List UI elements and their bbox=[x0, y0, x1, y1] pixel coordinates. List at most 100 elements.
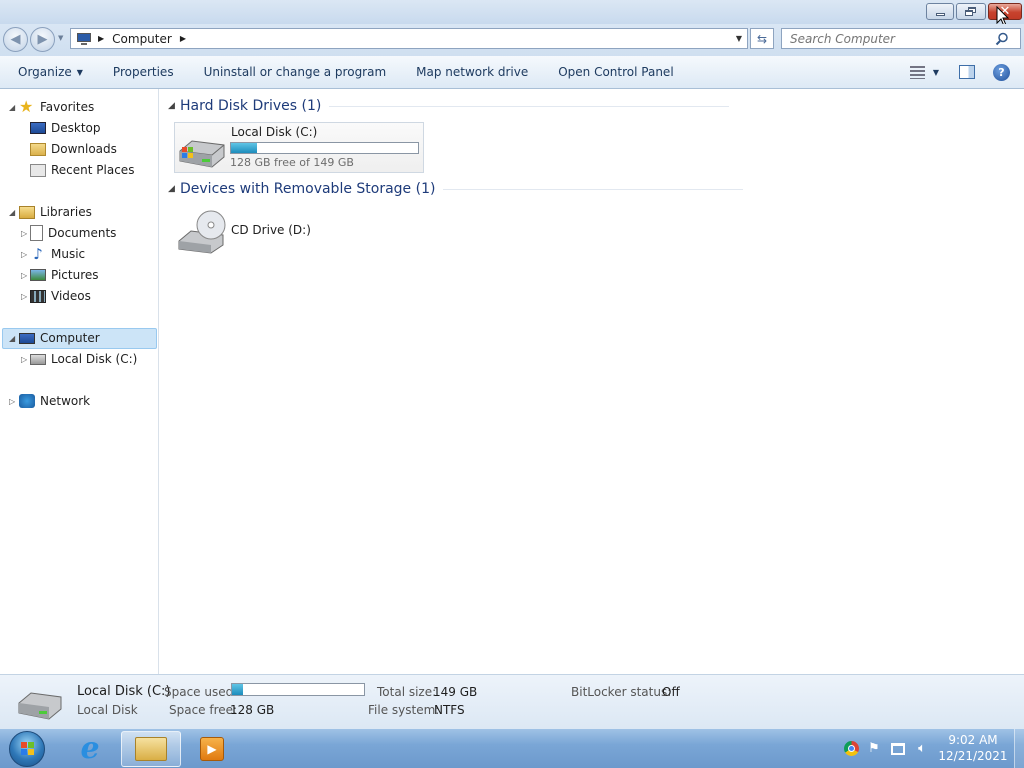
hard-drive-icon bbox=[179, 140, 225, 168]
nav-pictures[interactable]: Pictures bbox=[30, 265, 99, 285]
preview-pane-icon bbox=[959, 65, 975, 79]
search-input[interactable] bbox=[790, 31, 995, 46]
start-orb-icon bbox=[9, 731, 45, 767]
taskbar-windows-explorer[interactable] bbox=[121, 731, 181, 767]
nav-favorites[interactable]: ★ Favorites bbox=[19, 97, 94, 117]
nav-label: Libraries bbox=[40, 205, 92, 219]
nav-recent-places[interactable]: Recent Places bbox=[30, 160, 134, 180]
nav-label: Downloads bbox=[51, 142, 117, 156]
collapse-group-icon[interactable]: ◢ bbox=[168, 101, 175, 111]
collapse-arrow-icon[interactable]: ◢ bbox=[9, 103, 15, 112]
organize-button[interactable]: Organize ▼ bbox=[0, 56, 98, 89]
refresh-button[interactable]: ⇆ bbox=[750, 28, 774, 49]
search-icon[interactable] bbox=[995, 32, 1009, 46]
nav-computer[interactable]: Computer bbox=[19, 328, 100, 348]
group-divider bbox=[443, 188, 744, 190]
taskbar-internet-explorer[interactable]: e bbox=[66, 731, 114, 767]
help-button[interactable]: ? bbox=[987, 56, 1024, 89]
network-icon bbox=[19, 394, 35, 408]
minimize-button[interactable] bbox=[926, 3, 954, 20]
folder-icon bbox=[135, 737, 167, 761]
expand-arrow-icon[interactable]: ▷ bbox=[21, 250, 27, 259]
refresh-icon: ⇆ bbox=[756, 31, 768, 46]
navigation-pane: ◢ ★ Favorites Desktop Downloads Recent P… bbox=[0, 89, 159, 674]
expand-arrow-icon[interactable]: ▷ bbox=[21, 229, 27, 238]
tray-volume[interactable]: 🔈︎ bbox=[911, 729, 933, 768]
nav-videos[interactable]: Videos bbox=[30, 286, 91, 306]
open-control-panel-button[interactable]: Open Control Panel bbox=[543, 56, 688, 89]
drive-usage-fill bbox=[231, 143, 258, 153]
drive-name: CD Drive (D:) bbox=[231, 223, 311, 237]
details-pane: Local Disk (C:) Local Disk Space used: S… bbox=[0, 674, 1024, 729]
uninstall-program-button[interactable]: Uninstall or change a program bbox=[189, 56, 402, 89]
collapse-group-icon[interactable]: ◢ bbox=[168, 184, 175, 194]
search-box[interactable] bbox=[781, 28, 1021, 49]
network-icon bbox=[891, 742, 905, 755]
drive-usage-bar bbox=[230, 142, 419, 154]
computer-icon bbox=[19, 332, 35, 344]
taskbar-media-player[interactable]: ▶ bbox=[190, 731, 234, 767]
preview-pane-button[interactable] bbox=[947, 56, 987, 89]
libraries-icon bbox=[19, 205, 35, 219]
nav-documents[interactable]: Documents bbox=[30, 223, 116, 243]
command-bar: Organize ▼ Properties Uninstall or chang… bbox=[0, 56, 1024, 89]
title-bar: ✕ bbox=[0, 0, 1024, 27]
properties-button[interactable]: Properties bbox=[98, 56, 189, 89]
start-button[interactable] bbox=[6, 731, 48, 767]
star-icon: ★ bbox=[19, 97, 34, 116]
properties-label: Properties bbox=[112, 65, 174, 79]
music-icon: ♪ bbox=[33, 245, 43, 263]
volume-icon: 🔈︎ bbox=[918, 741, 926, 756]
downloads-folder-icon bbox=[30, 142, 46, 156]
breadcrumb-separator-icon[interactable]: ▶ bbox=[180, 34, 186, 43]
tray-network[interactable] bbox=[887, 729, 909, 768]
address-dropdown-icon[interactable]: ▼ bbox=[736, 34, 742, 43]
change-view-button[interactable]: ▼ bbox=[902, 56, 947, 89]
collapse-arrow-icon[interactable]: ◢ bbox=[9, 208, 15, 217]
forward-button[interactable]: ▶ bbox=[30, 27, 55, 52]
space-free-value: 128 GB bbox=[230, 703, 275, 717]
total-size-value: 149 GB bbox=[433, 685, 478, 699]
restore-button[interactable] bbox=[956, 3, 986, 20]
nav-local-disk[interactable]: Local Disk (C:) bbox=[30, 349, 137, 369]
nav-label: Desktop bbox=[51, 121, 101, 135]
breadcrumb-computer[interactable]: Computer bbox=[112, 32, 172, 46]
nav-label: Videos bbox=[51, 289, 91, 303]
nav-desktop[interactable]: Desktop bbox=[30, 118, 101, 138]
group-header-hard-disk-drives[interactable]: Hard Disk Drives (1) bbox=[180, 98, 880, 114]
show-desktop-button[interactable] bbox=[1014, 729, 1024, 768]
nav-libraries[interactable]: Libraries bbox=[19, 202, 92, 222]
group-header-removable-storage[interactable]: Devices with Removable Storage (1) bbox=[180, 181, 880, 197]
expand-arrow-icon[interactable]: ▷ bbox=[21, 355, 27, 364]
expand-arrow-icon[interactable]: ▷ bbox=[21, 271, 27, 280]
videos-icon bbox=[30, 289, 46, 303]
recent-pages-dropdown[interactable]: ▼ bbox=[58, 34, 63, 42]
group-title: Hard Disk Drives (1) bbox=[180, 98, 322, 114]
hard-drive-icon bbox=[30, 353, 46, 365]
space-free-label: Space free: bbox=[169, 703, 238, 717]
nav-label: Local Disk (C:) bbox=[51, 352, 138, 366]
group-divider bbox=[329, 105, 730, 107]
collapse-arrow-icon[interactable]: ◢ bbox=[9, 334, 15, 343]
map-network-drive-label: Map network drive bbox=[416, 65, 529, 79]
drive-tile-local-disk[interactable]: Local Disk (C:) 128 GB free of 149 GB bbox=[174, 122, 424, 173]
nav-music[interactable]: ♪ Music bbox=[30, 244, 85, 264]
expand-arrow-icon[interactable]: ▷ bbox=[21, 292, 27, 301]
clock[interactable]: 9:02 AM 12/21/2021 bbox=[938, 732, 1008, 764]
nav-network[interactable]: Network bbox=[19, 391, 90, 411]
address-bar[interactable]: ▶ Computer ▶ ▼ bbox=[70, 28, 748, 49]
back-button[interactable]: ◀ bbox=[3, 27, 28, 52]
drive-name: Local Disk (C:) bbox=[231, 125, 318, 139]
map-network-drive-button[interactable]: Map network drive bbox=[401, 56, 543, 89]
bitlocker-value: Off bbox=[662, 685, 680, 699]
nav-downloads[interactable]: Downloads bbox=[30, 139, 117, 159]
tray-chrome[interactable] bbox=[840, 729, 862, 768]
minimize-icon bbox=[935, 13, 945, 16]
tray-action-center[interactable]: ⚑ bbox=[864, 729, 884, 768]
breadcrumb-separator-icon[interactable]: ▶ bbox=[98, 34, 104, 43]
nav-label: Music bbox=[51, 247, 86, 261]
expand-arrow-icon[interactable]: ▷ bbox=[9, 397, 15, 406]
nav-label: Recent Places bbox=[51, 163, 135, 177]
clock-time: 9:02 AM bbox=[948, 733, 998, 747]
drive-tile-cd-drive[interactable]: CD Drive (D:) bbox=[174, 205, 424, 256]
